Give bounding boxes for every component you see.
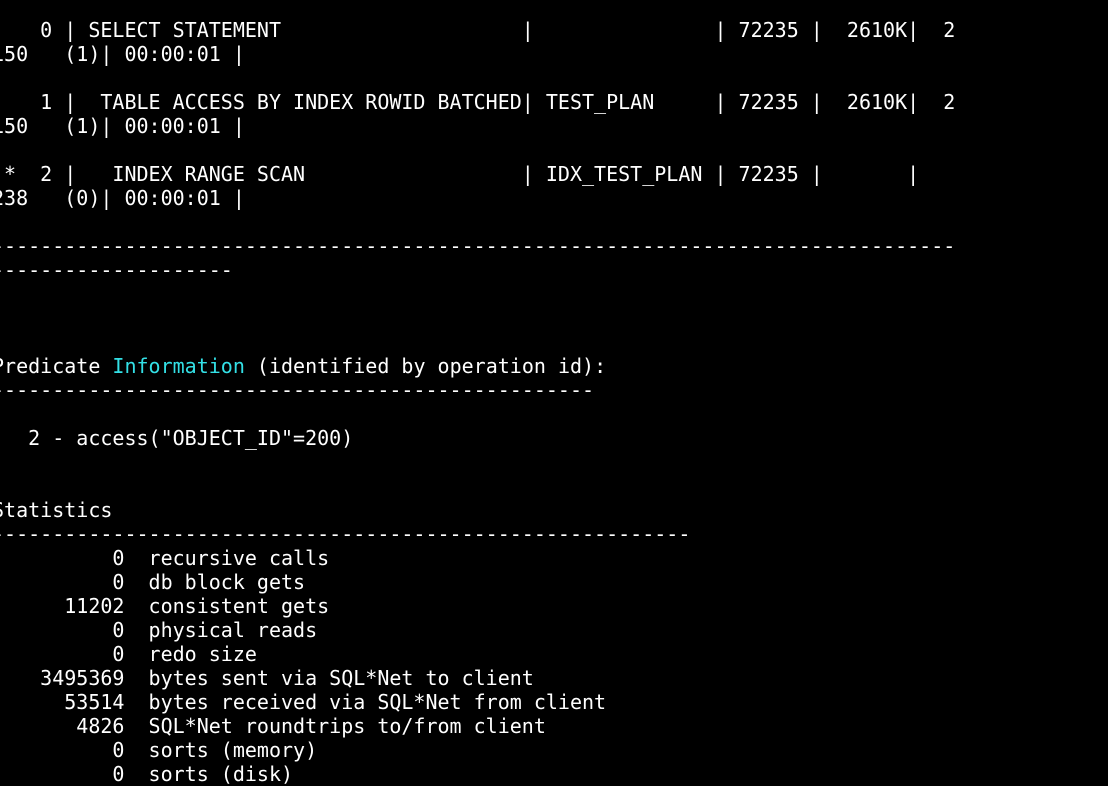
plan-row-1-wrap: 150 (1)| 00:00:01 |	[0, 114, 245, 138]
stat-sorts-disk: 0 sorts (disk)	[0, 762, 294, 786]
stat-consistent-gets: 11202 consistent gets	[0, 594, 330, 618]
predicate-heading-prefix: Predicate	[0, 354, 113, 378]
stat-recursive-calls: 0 recursive calls	[0, 546, 330, 570]
stat-roundtrips: 4826 SQL*Net roundtrips to/from client	[0, 714, 546, 738]
stat-db-block-gets: 0 db block gets	[0, 570, 306, 594]
terminal-output: | 0 | SELECT STATEMENT | | 72235 | 2610K…	[0, 18, 1108, 786]
plan-row-0-wrap: 150 (1)| 00:00:01 |	[0, 42, 245, 66]
stat-bytes-received: 53514 bytes received via SQL*Net from cl…	[0, 690, 607, 714]
statistics-heading: Statistics	[0, 498, 113, 522]
plan-separator: ----------------------------------------…	[0, 234, 956, 258]
plan-row-2: |* 2 | INDEX RANGE SCAN | IDX_TEST_PLAN …	[0, 162, 920, 186]
plan-separator-wrap: --------------------	[0, 258, 233, 282]
stat-bytes-sent: 3495369 bytes sent via SQL*Net to client	[0, 666, 534, 690]
statistics-separator: ----------------------------------------…	[0, 522, 691, 546]
predicate-heading-suffix: (identified by operation id):	[244, 354, 607, 378]
predicate-heading: Predicate Information (identified by ope…	[0, 354, 1108, 378]
plan-row-0: | 0 | SELECT STATEMENT | | 72235 | 2610K…	[0, 18, 956, 42]
predicate-keyword: Information	[112, 354, 245, 378]
stat-sorts-memory: 0 sorts (memory)	[0, 738, 318, 762]
stat-redo-size: 0 redo size	[0, 642, 257, 666]
plan-row-1: | 1 | TABLE ACCESS BY INDEX ROWID BATCHE…	[0, 90, 956, 114]
predicate-access: 2 - access("OBJECT_ID"=200)	[0, 426, 354, 450]
predicate-separator: ----------------------------------------…	[0, 378, 595, 402]
stat-physical-reads: 0 physical reads	[0, 618, 318, 642]
plan-row-2-wrap: 238 (0)| 00:00:01 |	[0, 186, 245, 210]
